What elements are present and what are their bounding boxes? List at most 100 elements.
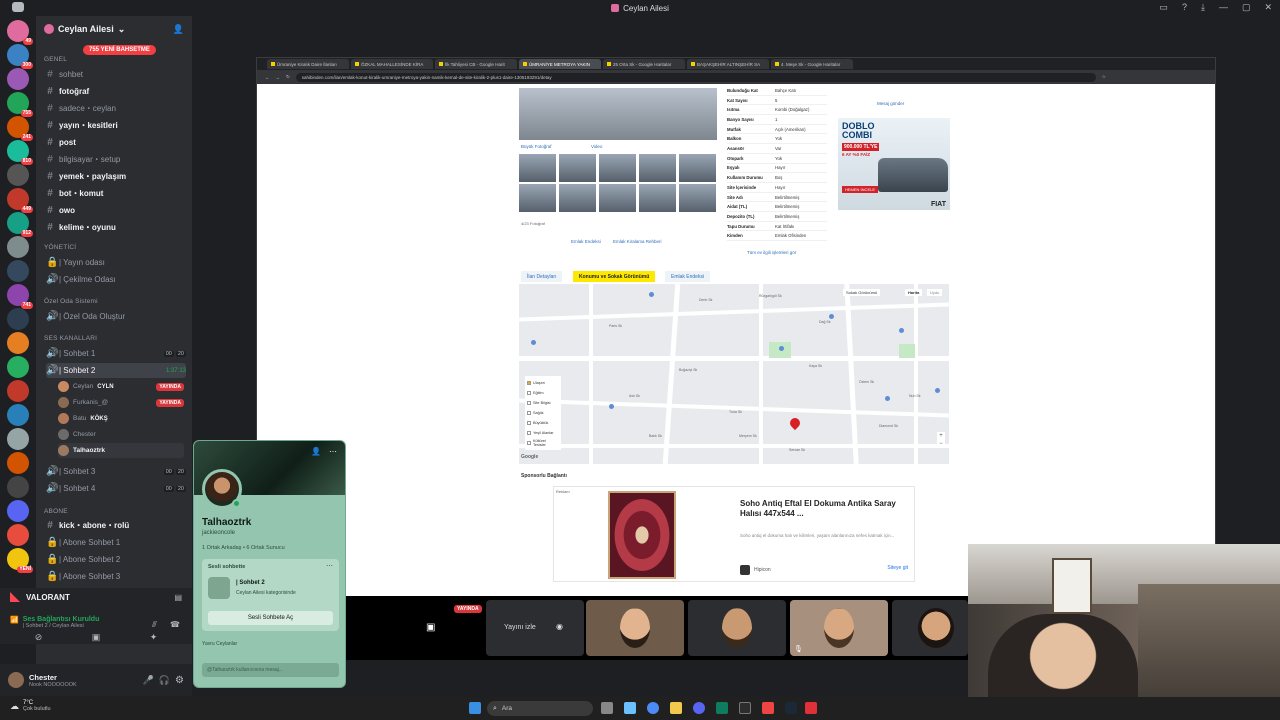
voice-channel-sohbet3[interactable]: 🔊 | Sohbet 3 00 20 <box>46 464 186 479</box>
microphone-icon[interactable]: 🎤 <box>143 675 154 686</box>
map-poi[interactable] <box>779 346 784 351</box>
listing-tab[interactable]: İlan Detayları <box>521 271 563 282</box>
minimize-button[interactable]: — <box>1219 2 1228 13</box>
noise-suppression-icon[interactable]: ⫻ <box>152 620 157 630</box>
mutual-info[interactable]: 1 Ortak Arkadaş • 6 Ortak Sunucu <box>202 545 285 551</box>
activity-row[interactable]: VALORANT ▤ <box>10 592 182 602</box>
category-genel[interactable]: GENEL <box>44 56 67 63</box>
discord-icon[interactable] <box>693 702 705 714</box>
server-icon[interactable] <box>7 308 29 330</box>
large-photo-link[interactable]: Büyük Fotoğraf <box>521 144 552 149</box>
server-icon[interactable]: 300 <box>7 44 33 69</box>
back-icon[interactable]: ← <box>265 75 270 80</box>
server-icon[interactable]: 810 <box>7 140 33 165</box>
stream-tile-screen[interactable]: ▣ YAYINDA <box>382 600 482 656</box>
map-type-map[interactable]: Harita <box>905 289 923 296</box>
server-icon[interactable]: 755 <box>7 92 33 117</box>
listing-tab[interactable]: Konumu ve Sokak Görünümü <box>573 271 656 282</box>
note-text[interactable]: Yavru Ceylanlar <box>202 641 237 647</box>
voice-user[interactable]: Ceylan CYLN YAYINDA <box>58 379 184 394</box>
browser-tab[interactable]: 4. Meşe Sk - Google Haritalar <box>771 59 853 69</box>
steam-icon[interactable] <box>785 702 797 714</box>
map-filter-checkbox[interactable]: Eğitim <box>527 388 559 398</box>
server-icon[interactable] <box>7 356 29 378</box>
disconnect-icon[interactable]: ☎ <box>170 620 180 629</box>
map-poi[interactable] <box>885 396 890 401</box>
listing-tab[interactable]: Emlak Endeksi <box>665 271 711 282</box>
channel-yayin-odasi[interactable]: 🔒 | Yayın odası <box>46 255 186 270</box>
photo-thumbnail[interactable] <box>639 184 676 212</box>
photo-thumbnail[interactable] <box>519 184 556 212</box>
activity-settings-icon[interactable]: ▤ <box>174 593 182 602</box>
app-icon[interactable] <box>624 702 636 714</box>
server-icon[interactable]: YENİ <box>7 548 33 573</box>
browser-tab[interactable]: Ümraniye Kiralık Daire İlanları <box>267 59 349 69</box>
map-poi[interactable] <box>935 388 940 393</box>
stream-tile-watch[interactable]: Yayını izle ◉ <box>486 600 584 656</box>
photo-thumbnail[interactable] <box>639 154 676 182</box>
text-channel[interactable]: # fotoğraf <box>46 84 186 99</box>
browser-tab[interactable]: İlk Tahliyesi CB - Google Harit <box>435 59 517 69</box>
channel-abone-sohbet1[interactable]: 🔒 | Abone Sohbet 1 <box>46 535 186 550</box>
map-filter-checkbox[interactable]: Yeşil Alanlar <box>527 428 559 438</box>
emlak-endeksi-link[interactable]: Emlak Endeksi <box>571 239 601 244</box>
channel-abone-sohbet3[interactable]: 🔒 | Abone Sohbet 3 <box>46 569 186 584</box>
server-icon[interactable] <box>7 260 29 282</box>
category-yonetici[interactable]: YÖNETİCİ <box>44 244 76 251</box>
server-icon[interactable] <box>7 68 29 90</box>
avatar[interactable] <box>8 672 24 688</box>
channel-kick-abone[interactable]: # kick・abone・rolü <box>46 518 186 533</box>
text-channel[interactable]: # yemek・paylaşım <box>46 169 186 184</box>
server-icon[interactable] <box>7 404 29 426</box>
server-icon[interactable] <box>7 236 29 258</box>
headphones-icon[interactable]: 🎧 <box>159 675 170 686</box>
file-explorer-icon[interactable] <box>670 702 682 714</box>
zoom-controls[interactable]: + − <box>937 432 945 448</box>
map-filter-checkbox[interactable]: Sağlık <box>527 408 559 418</box>
browser-tab[interactable]: BAŞAKŞEHİR ALTINŞEHİR SA <box>687 59 769 69</box>
text-channel[interactable]: # kelime・oyunu <box>46 220 186 235</box>
bookmark-star-icon[interactable]: ☆ <box>1102 74 1106 80</box>
text-channel[interactable]: # sohbet <box>46 67 186 82</box>
text-channel[interactable]: # owo <box>46 203 186 218</box>
gear-icon[interactable]: ⚙ <box>175 675 184 686</box>
taskbar-search[interactable]: ⌕ Ara <box>487 701 593 716</box>
voice-user[interactable]: Batu KÖKŞ <box>58 411 184 426</box>
help-icon[interactable]: ? <box>1182 2 1187 13</box>
server-icon[interactable]: 49 <box>7 20 33 45</box>
windows-start-icon[interactable] <box>469 702 481 714</box>
map-poi[interactable] <box>609 404 614 409</box>
voice-channel-sohbet2[interactable]: 🔊 | Sohbet 2 1:37:13 <box>46 363 186 378</box>
app-icon[interactable] <box>739 702 751 714</box>
server-icon[interactable] <box>7 500 29 522</box>
map-filter-checkbox[interactable]: Kültürel Tesisler <box>527 438 559 448</box>
server-icon[interactable]: 449 <box>7 188 33 213</box>
maximize-button[interactable]: ▢ <box>1242 2 1251 13</box>
app-icon[interactable] <box>805 702 817 714</box>
text-channel[interactable]: # bilgisayar・setup <box>46 152 186 167</box>
photo-thumbnail[interactable] <box>519 154 556 182</box>
location-pin-icon[interactable] <box>787 415 803 431</box>
map-filter-checkbox[interactable]: Ulaşım <box>527 378 559 388</box>
join-voice-button[interactable]: Sesli Sohbete Aç <box>208 611 333 625</box>
photo-thumbnail[interactable] <box>599 154 636 182</box>
watch-stream-button[interactable]: Yayını izle <box>504 624 536 631</box>
text-channel[interactable]: # post <box>46 135 186 150</box>
voice-user[interactable]: Talhaoztrk <box>58 443 184 458</box>
browser-tab[interactable]: ÜMRANİYE METROYA YAKIN <box>519 59 601 69</box>
photo-thumbnail[interactable] <box>599 184 636 212</box>
camera-off-icon[interactable]: ⊘ <box>35 632 43 643</box>
server-icon[interactable] <box>7 332 29 354</box>
ad-title[interactable]: Soho Antiq Eftal El Dokuma Antika Saray … <box>740 499 910 519</box>
server-header[interactable]: Ceylan Ailesi ⌄ 👤 <box>36 16 192 42</box>
add-member-icon[interactable]: 👤 <box>173 24 184 35</box>
app-icon[interactable] <box>716 702 728 714</box>
map-poi[interactable] <box>649 292 654 297</box>
similar-link[interactable]: Tüm ev ilgili işlemleri gör <box>747 250 796 255</box>
channel-abone-sohbet2[interactable]: 🔒 | Abone Sohbet 2 <box>46 552 186 567</box>
forward-icon[interactable]: → <box>276 75 281 80</box>
address-bar[interactable]: sahibinden.com/ilan/emlak-konut-kiralik-… <box>295 72 1096 82</box>
inbox-icon[interactable]: ▭ <box>1159 2 1168 13</box>
map-type-satellite[interactable]: Uydu <box>927 289 943 296</box>
task-view-icon[interactable] <box>601 702 613 714</box>
